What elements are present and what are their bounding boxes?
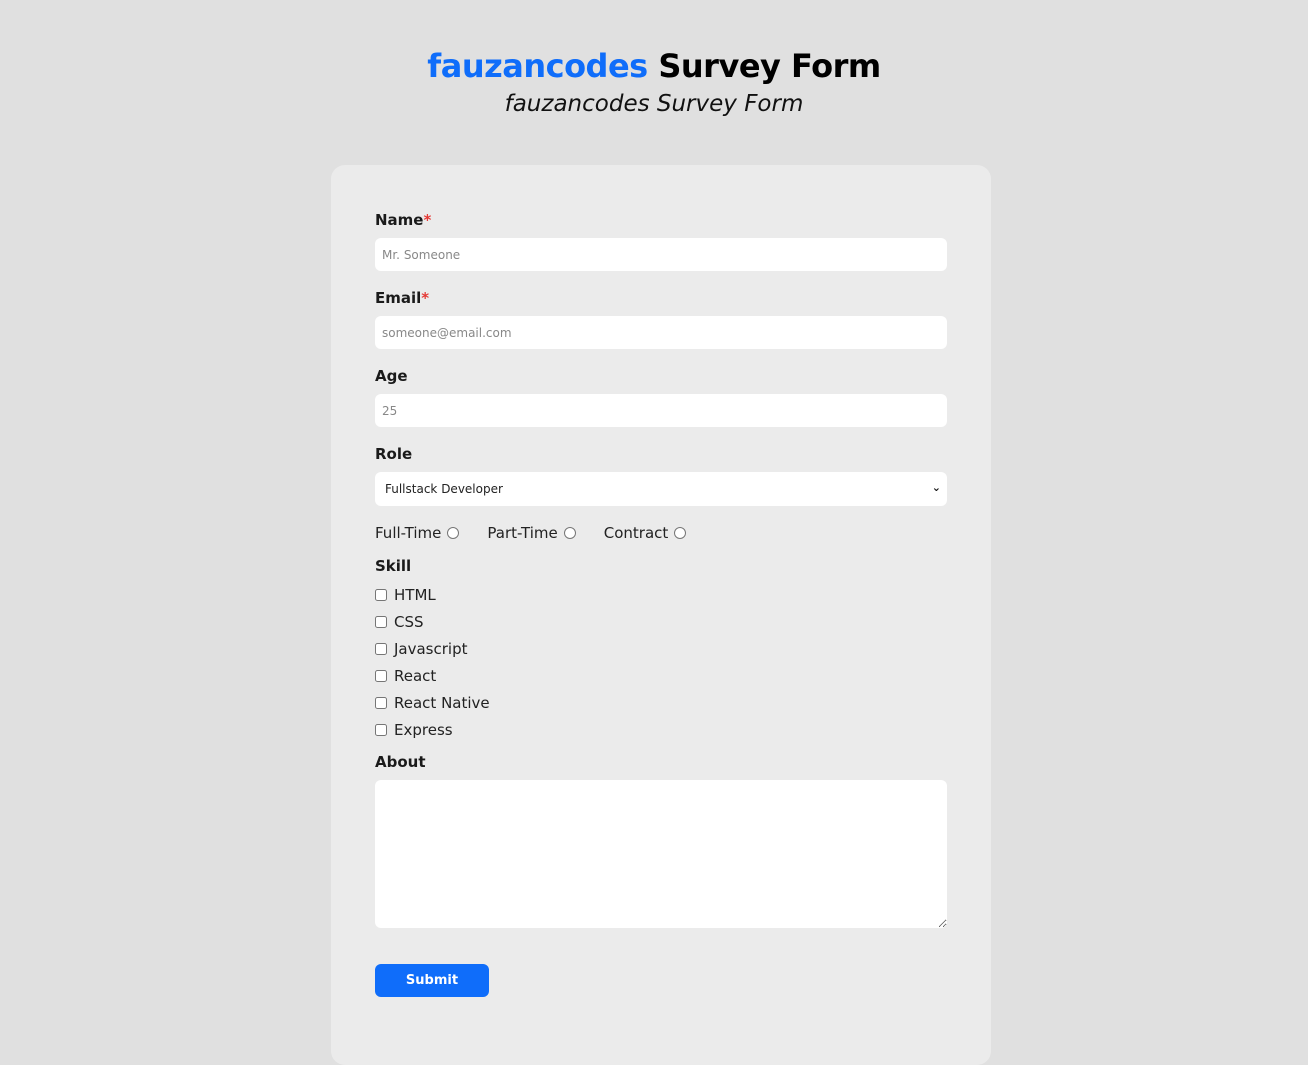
checkbox[interactable]	[375, 669, 387, 682]
title-brand: fauzancodes	[427, 47, 648, 85]
radio-input[interactable]	[447, 527, 460, 539]
radio-full-time[interactable]: Full-Time	[375, 524, 460, 542]
radio-label: Part-Time	[487, 524, 558, 542]
skill-css[interactable]: CSS	[375, 608, 947, 635]
checkbox[interactable]	[375, 615, 387, 628]
email-label-text: Email	[375, 289, 422, 307]
about-label: About	[375, 753, 426, 771]
radio-label: Contract	[603, 524, 669, 542]
checkbox-label: Express	[394, 720, 453, 739]
checkbox-label: CSS	[394, 612, 424, 631]
required-mark: *	[423, 211, 432, 229]
role-label: Role	[375, 445, 413, 463]
role-select-wrapper: Fullstack Developer ⌄	[375, 472, 947, 506]
skill-javascript[interactable]: Javascript	[375, 635, 947, 662]
radio-input[interactable]	[563, 527, 576, 539]
skill-express[interactable]: Express	[375, 716, 947, 743]
checkbox[interactable]	[375, 642, 387, 655]
radio-contract[interactable]: Contract	[604, 524, 687, 542]
name-input[interactable]	[375, 238, 947, 271]
age-input[interactable]	[375, 394, 947, 427]
name-label-text: Name	[375, 211, 424, 229]
email-label: Email*	[375, 289, 947, 307]
page-title: fauzancodes Survey Form	[0, 46, 1308, 86]
skill-label: Skill	[375, 557, 412, 575]
checkbox[interactable]	[375, 723, 387, 736]
name-label: Name*	[375, 211, 947, 229]
checkbox-label: React	[394, 666, 437, 685]
age-label: Age	[375, 367, 408, 385]
checkbox[interactable]	[375, 696, 387, 709]
email-input[interactable]	[375, 316, 947, 349]
title-rest: Survey Form	[658, 47, 881, 85]
page-header: fauzancodes Survey Form fauzancodes Surv…	[0, 0, 1308, 122]
employment-radio-group: Full-Time Part-Time Contract	[375, 523, 947, 543]
radio-input[interactable]	[674, 527, 687, 539]
skill-group: Skill HTML CSS Javascript React React Na…	[375, 557, 947, 743]
checkbox[interactable]	[375, 588, 387, 601]
skill-html[interactable]: HTML	[375, 581, 947, 608]
skill-react-native[interactable]: React Native	[375, 689, 947, 716]
radio-label: Full-Time	[375, 524, 442, 542]
required-mark: *	[421, 289, 430, 307]
checkbox-label: React Native	[394, 693, 490, 712]
about-textarea[interactable]	[375, 780, 947, 928]
survey-form: Name* Email* Age Role Fullstack Develope…	[331, 165, 991, 1065]
submit-button[interactable]: Submit	[375, 964, 489, 997]
page-subtitle: fauzancodes Survey Form	[504, 91, 804, 117]
role-select[interactable]: Fullstack Developer	[375, 472, 947, 506]
checkbox-label: Javascript	[394, 639, 468, 658]
radio-part-time[interactable]: Part-Time	[487, 524, 576, 542]
checkbox-label: HTML	[394, 585, 436, 604]
skill-react[interactable]: React	[375, 662, 947, 689]
